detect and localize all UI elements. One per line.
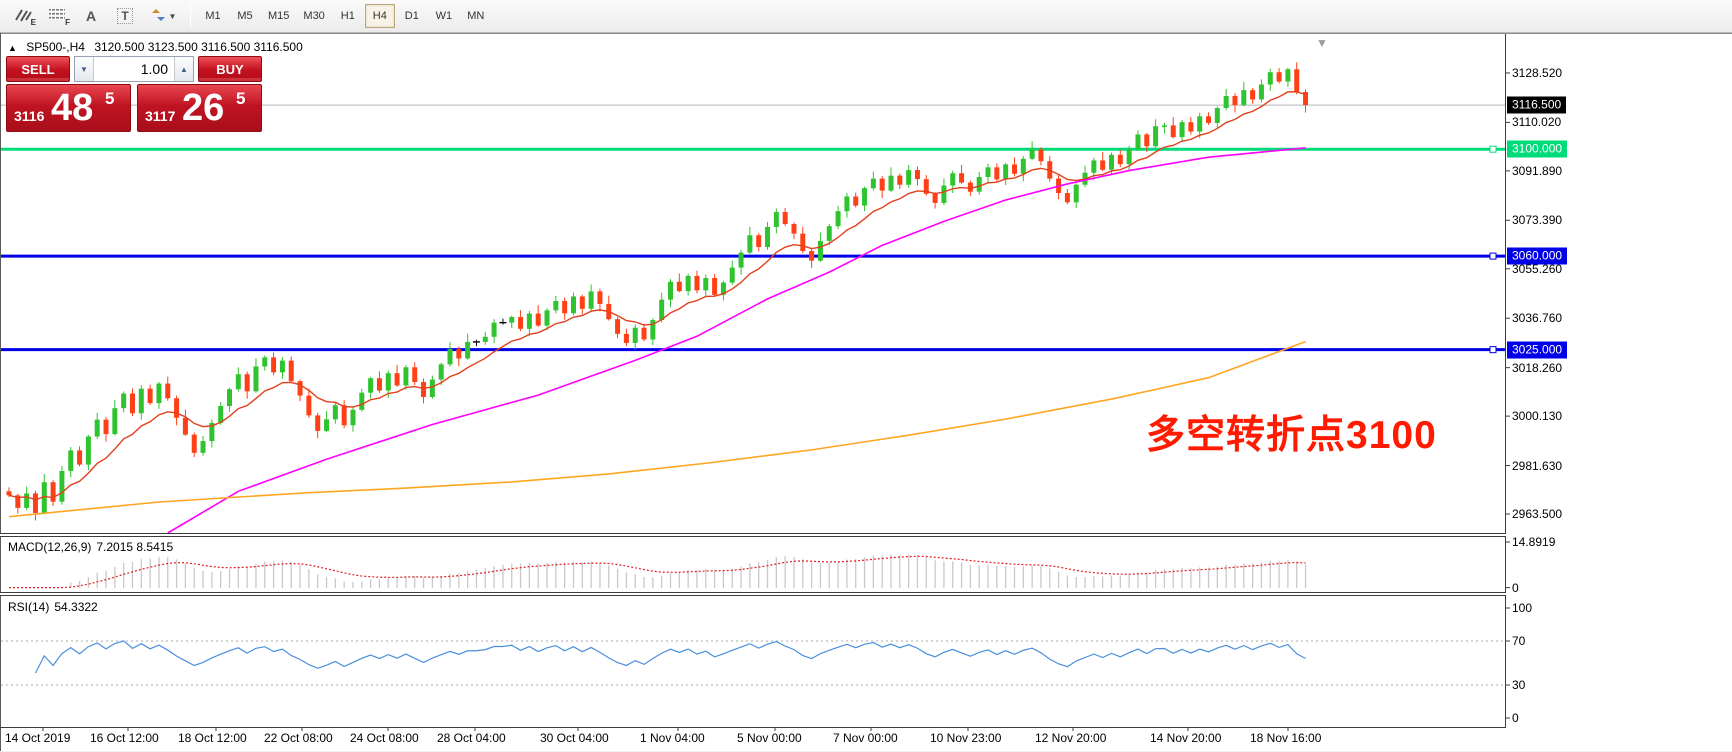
macd-axis-label: 14.8919: [1512, 535, 1555, 549]
timeframe-button-mn[interactable]: MN: [461, 4, 491, 28]
time-axis-label: 7 Nov 00:00: [833, 731, 898, 745]
price-tick-label: 2963.500: [1512, 507, 1562, 521]
rsi-axis-label: 70: [1512, 634, 1525, 648]
price-badge-3100: 3100.000: [1507, 141, 1567, 158]
chart-annotation[interactable]: 多空转折点3100: [1146, 404, 1437, 460]
time-axis-label: 18 Nov 16:00: [1250, 731, 1321, 745]
grid-label: F: [65, 18, 70, 27]
timeframe-group: M1M5M15M30H1H4D1W1MN: [197, 4, 492, 28]
price-axis-border: [1505, 34, 1506, 727]
time-axis-label: 14 Oct 2019: [5, 731, 70, 745]
rsi-axis-label: 30: [1512, 678, 1525, 692]
pane-separator-rsi[interactable]: [0, 592, 1506, 596]
macd-name: MACD(12,26,9): [8, 540, 91, 554]
rsi-label: RSI(14) 54.3322: [8, 600, 103, 614]
volume-increase-button[interactable]: ▲: [174, 57, 193, 81]
spinner-down-icon: ▼: [80, 65, 88, 74]
time-axis-label: 14 Nov 20:00: [1150, 731, 1221, 745]
buy-price-fraction: 5: [236, 89, 245, 109]
spinner-up-icon: ▲: [180, 65, 188, 74]
time-axis-label: 10 Nov 23:00: [930, 731, 1001, 745]
price-tick-label: 3128.520: [1512, 66, 1562, 80]
buy-price-handle: 3117: [145, 108, 175, 124]
time-axis-label: 22 Oct 08:00: [264, 731, 333, 745]
volume-decrease-button[interactable]: ▼: [75, 57, 94, 81]
price-badge-3116.5: 3116.500: [1507, 97, 1566, 114]
price-tick-label: 2981.630: [1512, 459, 1562, 473]
time-axis-label: 28 Oct 04:00: [437, 731, 506, 745]
price-badge-3060: 3060.000: [1507, 248, 1567, 265]
volume-input[interactable]: [94, 57, 174, 81]
time-axis-label: 24 Oct 08:00: [350, 731, 419, 745]
text-box-button[interactable]: T: [108, 3, 142, 29]
price-tick-label: 3110.020: [1512, 115, 1561, 129]
timeframe-button-h1[interactable]: H1: [333, 4, 363, 28]
timeframe-button-m15[interactable]: M15: [262, 4, 295, 28]
trade-panel-price-row: 3116 48 5 3117 26 5: [6, 84, 262, 132]
time-axis-label: 16 Oct 12:00: [90, 731, 159, 745]
rsi-axis-label: 0: [1512, 711, 1519, 725]
rsi-name: RSI(14): [8, 600, 49, 614]
chart-left-border: [0, 33, 1, 751]
toolbar-separator: [190, 4, 191, 28]
chart-styles-label: E: [31, 18, 36, 27]
price-tick-label: 3000.130: [1512, 409, 1562, 423]
rsi-value: 54.3322: [54, 600, 97, 614]
time-axis-border: [0, 727, 1506, 728]
collapse-arrow-icon[interactable]: ▲: [8, 43, 17, 53]
time-axis-label: 30 Oct 04:00: [540, 731, 609, 745]
price-badge-3025: 3025.000: [1507, 341, 1567, 358]
volume-spinner: ▼ ▲: [74, 56, 194, 82]
macd-label: MACD(12,26,9) 7.2015 8.5415: [8, 540, 178, 554]
timeframe-button-h4[interactable]: H4: [365, 4, 395, 28]
price-tick-label: 3036.760: [1512, 311, 1562, 325]
pane-separator-macd[interactable]: [0, 533, 1506, 537]
chart-styles-button[interactable]: E: [6, 3, 40, 29]
timeframe-button-m1[interactable]: M1: [198, 4, 228, 28]
time-axis-label: 5 Nov 00:00: [737, 731, 802, 745]
trading-terminal: E F A T ▼: [0, 0, 1732, 752]
sell-button[interactable]: SELL: [6, 56, 70, 82]
timeframe-button-m5[interactable]: M5: [230, 4, 260, 28]
price-tick-label: 3018.260: [1512, 361, 1562, 375]
sell-price-handle: 3116: [14, 108, 44, 124]
buy-price-pips: 26: [182, 87, 224, 129]
grid-button[interactable]: F: [40, 3, 74, 29]
macd-values: 7.2015 8.5415: [96, 540, 173, 554]
timeframe-button-w1[interactable]: W1: [429, 4, 459, 28]
symbol-header: ▲ SP500-,H4 3120.500 3123.500 3116.500 3…: [8, 40, 309, 54]
text-box-icon: T: [117, 8, 132, 24]
dropdown-caret-icon: ▼: [169, 12, 177, 21]
trade-panel-top-row: SELL ▼ ▲ BUY: [6, 56, 262, 82]
text-annotation-button[interactable]: A: [74, 3, 108, 29]
symbol-name: SP500-,H4: [26, 40, 85, 54]
arrange-button[interactable]: ▼: [142, 3, 186, 29]
buy-price-panel[interactable]: 3117 26 5: [137, 84, 262, 132]
scroll-to-end-icon[interactable]: ▼: [1316, 36, 1328, 50]
time-axis-label: 18 Oct 12:00: [178, 731, 247, 745]
price-tick-label: 3091.890: [1512, 164, 1562, 178]
ohlc-values: 3120.500 3123.500 3116.500 3116.500: [94, 40, 302, 54]
letter-a-icon: A: [86, 8, 96, 24]
chart-surface[interactable]: [0, 33, 1732, 751]
timeframe-button-m30[interactable]: M30: [297, 4, 330, 28]
sort-arrows-icon: [152, 8, 166, 25]
rsi-axis-label: 100: [1512, 601, 1532, 615]
sell-price-panel[interactable]: 3116 48 5: [6, 84, 131, 132]
timeframe-button-d1[interactable]: D1: [397, 4, 427, 28]
time-axis-label: 12 Nov 20:00: [1035, 731, 1106, 745]
sell-price-fraction: 5: [105, 89, 114, 109]
macd-axis-label: 0: [1512, 581, 1519, 595]
sell-price-pips: 48: [51, 87, 93, 129]
time-axis-label: 1 Nov 04:00: [640, 731, 705, 745]
buy-button[interactable]: BUY: [198, 56, 262, 82]
chart-styles-icon: [14, 8, 32, 25]
price-tick-label: 3073.390: [1512, 213, 1562, 227]
toolbar: E F A T ▼: [0, 0, 1732, 33]
grid-icon: [49, 8, 65, 25]
